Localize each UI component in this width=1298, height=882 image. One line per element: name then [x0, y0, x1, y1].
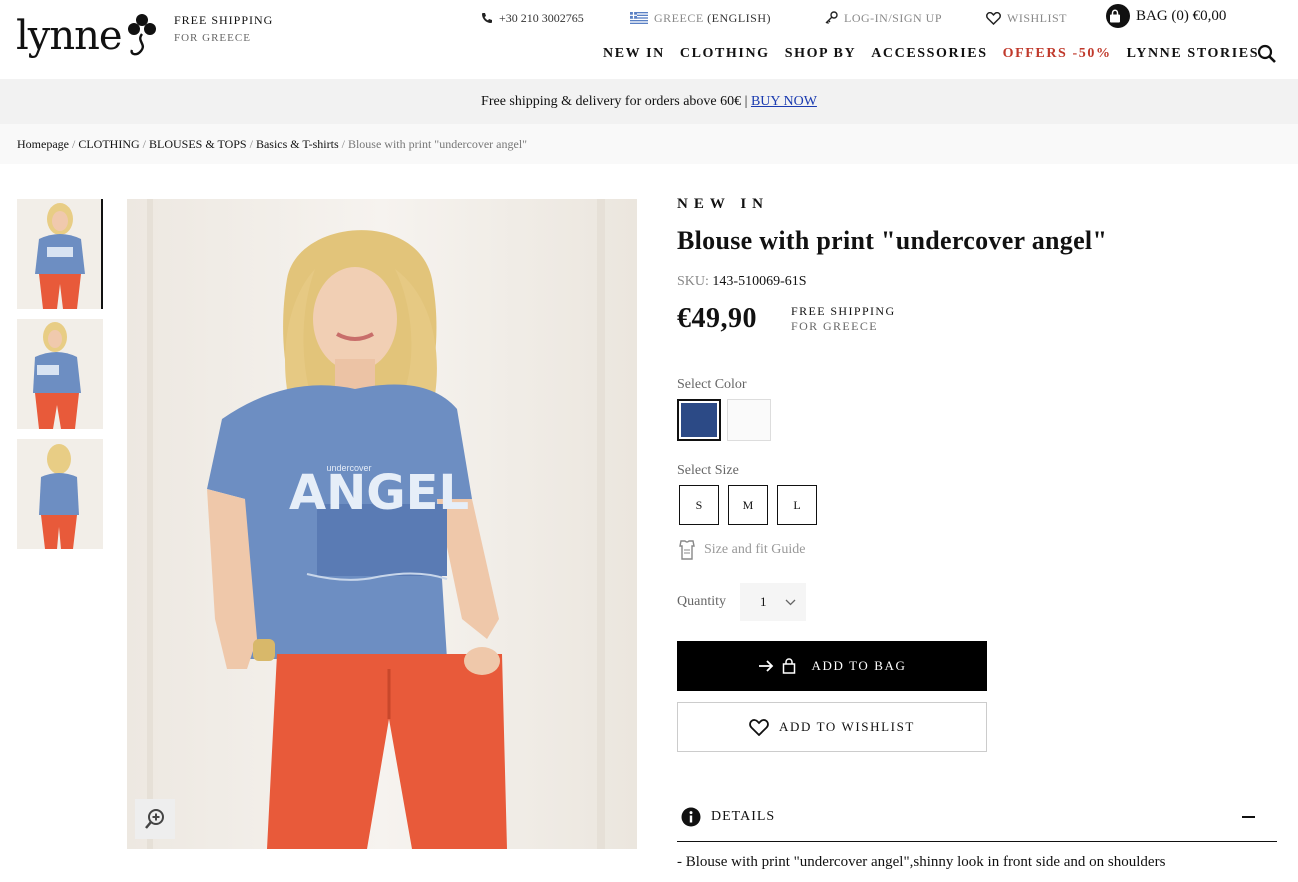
clover-logo-icon [127, 14, 156, 56]
header-free-shipping: FREE SHIPPING FOR GREECE [174, 11, 273, 47]
nav-new-in[interactable]: NEW IN [603, 46, 665, 62]
add-to-wishlist-label: ADD TO WISHLIST [779, 719, 915, 734]
tshirt-measure-icon [679, 540, 695, 560]
product-info: NEW IN Blouse with print "undercover ang… [677, 196, 1277, 871]
breadcrumb-basics[interactable]: Basics & T-shirts [256, 137, 339, 151]
size-option-s[interactable]: S [679, 485, 719, 525]
price-ship-line2: FOR GREECE [791, 319, 879, 333]
quantity-value: 1 [760, 594, 767, 609]
heart-icon [986, 11, 1001, 25]
promo-bar: Free shipping & delivery for orders abov… [0, 79, 1298, 124]
language-name: (ENGLISH) [707, 10, 771, 25]
details-text: - Blouse with print "undercover angel",s… [677, 854, 1166, 870]
product-photo: undercover ANGEL [127, 199, 637, 849]
language-country: GREECE [654, 10, 704, 25]
breadcrumb: Homepage / CLOTHING / BLOUSES & TOPS / Basics … [0, 124, 1298, 164]
wishlist-label: WISHLIST [1007, 10, 1067, 25]
product-title: Blouse with print "undercover angel" [677, 226, 1108, 255]
heart-outline-icon [749, 718, 769, 736]
breadcrumb-current: Blouse with print "undercover angel" [347, 137, 528, 151]
add-to-bag-label: ADD TO BAG [811, 658, 907, 673]
size-options: S M L [679, 485, 1277, 525]
quantity-label: Quantity [677, 594, 726, 609]
quantity-select[interactable]: 1 [740, 583, 806, 621]
free-shipping-line1: FREE SHIPPING [174, 13, 274, 27]
details-accordion-header[interactable]: DETAILS [677, 792, 1277, 842]
size-option-m[interactable]: M [728, 485, 768, 525]
search-icon[interactable] [1257, 44, 1277, 64]
breadcrumb-homepage[interactable]: Homepage [17, 137, 69, 151]
info-icon [681, 807, 701, 826]
price-row: €49,90 FREE SHIPPING FOR GREECE [677, 303, 1277, 335]
product-price: €49,90 [677, 303, 757, 334]
color-swatch-white[interactable] [727, 399, 771, 441]
chevron-down-icon [785, 599, 795, 605]
greek-flag-icon [630, 12, 648, 24]
breadcrumb-clothing[interactable]: CLOTHING [78, 137, 139, 151]
add-to-wishlist-button[interactable]: ADD TO WISHLIST [677, 702, 987, 752]
fit-guide-label: Size and fit Guide [704, 542, 806, 557]
arrow-right-icon [758, 660, 773, 672]
thumbnail-back-image [17, 439, 103, 549]
free-shipping-line2: FOR GREECE [174, 32, 251, 44]
price-free-shipping: FREE SHIPPING FOR GREECE [791, 304, 896, 334]
thumbnail-front-image [17, 199, 101, 309]
color-swatches [677, 399, 1277, 441]
bag-link[interactable]: BAG (0) €0,00 [1106, 4, 1226, 28]
thumbnail-side-image [17, 319, 103, 429]
zoom-in-icon [145, 809, 164, 829]
site-header: lynne FREE SHIPPING FOR GREECE +30 210 3… [0, 0, 1298, 79]
thumbnail-back[interactable] [17, 439, 103, 549]
breadcrumb-blouses-tops[interactable]: BLOUSES & TOPS [149, 137, 247, 151]
promo-text: Free shipping & delivery for orders abov… [481, 94, 748, 109]
phone-number: +30 210 3002765 [499, 10, 584, 25]
quantity-row: Quantity 1 [677, 583, 1277, 621]
nav-lynne-stories[interactable]: LYNNE STORIES [1127, 46, 1259, 62]
details-label: DETAILS [711, 808, 776, 824]
size-option-l[interactable]: L [777, 485, 817, 525]
zoom-button[interactable] [135, 799, 175, 839]
new-in-tag: NEW IN [677, 196, 769, 212]
select-size-label: Select Size [677, 463, 739, 478]
key-icon [825, 11, 838, 24]
bag-summary: BAG (0) €0,00 [1136, 7, 1227, 24]
thumbnail-front[interactable] [17, 199, 103, 309]
wishlist-link[interactable]: WISHLIST [986, 6, 1067, 30]
select-color-label: Select Color [677, 377, 747, 392]
main-navigation: NEW IN CLOTHING SHOP BY ACCESSORIES OFFE… [603, 46, 1259, 62]
login-link[interactable]: LOG-IN/SIGN UP [824, 6, 942, 30]
nav-shop-by[interactable]: SHOP BY [785, 46, 857, 62]
add-to-bag-button[interactable]: ADD TO BAG [677, 641, 987, 691]
nav-accessories[interactable]: ACCESSORIES [871, 46, 987, 62]
brand-name: lynne [16, 13, 123, 59]
login-label: LOG-IN/SIGN UP [844, 10, 942, 25]
nav-offers[interactable]: OFFERS -50% [1003, 46, 1112, 62]
product-sku: SKU: 143-510069-61S [677, 274, 1277, 290]
buy-now-link[interactable]: BUY NOW [751, 94, 817, 109]
phone-link[interactable]: +30 210 3002765 [481, 6, 584, 30]
thumbnail-list [17, 199, 103, 559]
price-ship-line1: FREE SHIPPING [791, 304, 896, 318]
product-main-image[interactable]: undercover ANGEL [127, 199, 637, 849]
phone-icon [482, 13, 492, 23]
brand-logo[interactable]: lynne [16, 12, 160, 58]
sku-label: SKU: [677, 274, 709, 289]
bag-icon [1106, 4, 1130, 28]
language-selector[interactable]: GREECE (ENGLISH) [630, 6, 771, 30]
thumbnail-side[interactable] [17, 319, 103, 429]
size-fit-guide-link[interactable]: Size and fit Guide [677, 539, 1277, 561]
shopping-bag-icon [782, 658, 795, 674]
collapse-minus-icon[interactable] [1242, 815, 1255, 818]
color-swatch-blue[interactable] [677, 399, 721, 441]
sku-value: 143-510069-61S [712, 274, 807, 289]
nav-clothing[interactable]: CLOTHING [680, 46, 770, 62]
shirt-print-word: ANGEL [289, 465, 469, 521]
